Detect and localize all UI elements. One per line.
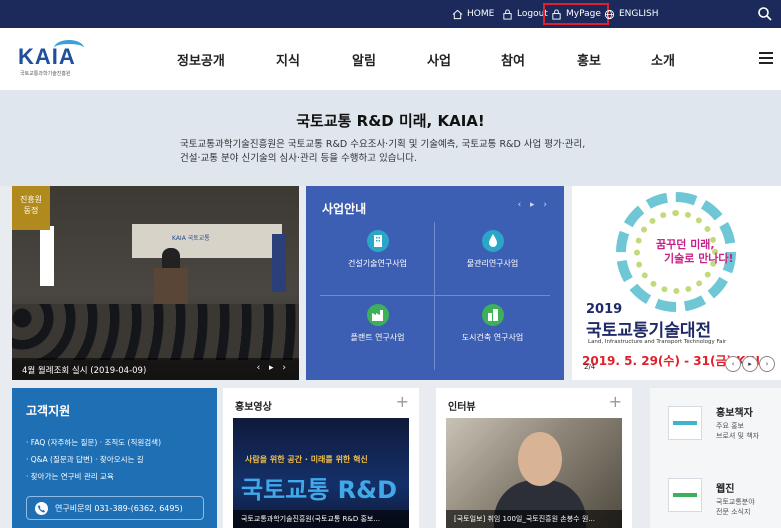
banner-english-title: Land, Infrastructure and Transport Techn… xyxy=(588,339,727,345)
nav-item-pr[interactable]: 홍보 xyxy=(577,50,601,69)
support-link-row[interactable]: · Q&A (질문과 답변) · 찾아오시는 길 xyxy=(26,451,161,468)
banner-slogan-line-1: 꿈꾸던 미래, xyxy=(656,238,715,251)
business-item-label: 건설기술연구사업 xyxy=(348,259,407,268)
phone-icon xyxy=(35,502,48,515)
search-icon[interactable] xyxy=(757,6,773,22)
business-title: 사업안내 xyxy=(322,202,367,216)
business-slide-controls[interactable]: ‹ ▸ › xyxy=(518,200,550,210)
support-links: · FAQ (자주하는 질문) · 조직도 (직원검색) · Q&A (질문과 … xyxy=(26,434,161,485)
intro-section: 국토교통 R&D 미래, KAIA! 국토교통과학기술진흥원은 국토교통 R&D… xyxy=(0,90,781,186)
kaia-logo[interactable]: KAIA 국토교통과학기술진흥원 xyxy=(18,38,90,78)
webzine-desc-2: 전문 소식지 xyxy=(716,508,751,516)
banner-year: 2019 xyxy=(586,302,623,317)
globe-icon xyxy=(604,9,615,19)
publications-panel: 홍보책자 주요 홍보 브로셔 및 책자 웹진 국토교통분야 전문 소식지 xyxy=(650,388,781,528)
banner-title: 국토교통기술대전 xyxy=(586,321,712,341)
banner-prev-button[interactable]: ‹ xyxy=(725,356,741,372)
nav-item-participation[interactable]: 참여 xyxy=(501,50,525,69)
video-thumbnail[interactable]: 사람을 위한 공간 · 미래를 위한 혁신 국토교통 R&D 국토교통과학기술진… xyxy=(233,418,409,528)
logo-subtitle: 국토교통과학기술진흥원 xyxy=(20,71,71,77)
tech-fair-banner[interactable]: 꿈꾸던 미래, 기술로 만나다! 2019 국토교통기술대전 Land, Inf… xyxy=(572,186,781,380)
brochure-thumbnail[interactable] xyxy=(668,406,702,440)
lock-icon xyxy=(552,8,561,20)
water-drop-icon xyxy=(482,230,504,252)
news-tag: 진흥원 동정 xyxy=(12,186,50,230)
english-label: ENGLISH xyxy=(619,9,659,19)
english-link[interactable]: ENGLISH xyxy=(604,0,659,28)
business-panel: 사업안내 ‹ ▸ › 건설기술연구사업 물관리연구사업 플랜트 연구사업 도시건… xyxy=(306,186,564,380)
webzine-title[interactable]: 웹진 xyxy=(716,480,734,495)
business-item-label: 도시건축 연구사업 xyxy=(461,333,524,342)
banner-pager: 2/4 xyxy=(584,363,596,371)
top-utility-bar: HOME Logout MyPage ENGLISH xyxy=(0,0,781,28)
lock-icon xyxy=(503,8,512,20)
nav-item-knowledge[interactable]: 지식 xyxy=(276,50,300,69)
support-link-row[interactable]: · 찾아가는 연구비 관리 교육 xyxy=(26,468,161,485)
business-grid: 건설기술연구사업 물관리연구사업 플랜트 연구사업 도시건축 연구사업 xyxy=(320,222,550,370)
interview-thumbnail[interactable]: [국토일보] 취임 100일_국토진흥원 손봉수 원... xyxy=(446,418,622,528)
factory-icon xyxy=(367,304,389,326)
interview-caption: [국토일보] 취임 100일_국토진흥원 손봉수 원... xyxy=(446,510,622,528)
photo-caption-bar: 4월 월례조회 실시 (2019-04-09) ‹ ▸ › xyxy=(12,358,299,380)
banner-next-button[interactable]: › xyxy=(759,356,775,372)
intro-line-1: 국토교통과학기술진흥원은 국토교통 R&D 수요조사·기획 및 기술예측, 국토… xyxy=(180,139,586,150)
interview-card: 인터뷰 + [국토일보] 취임 100일_국토진흥원 손봉수 원... xyxy=(436,388,632,528)
business-item-construction[interactable]: 건설기술연구사업 xyxy=(320,222,435,296)
logout-link[interactable]: Logout xyxy=(502,0,548,28)
pr-video-card: 홍보영상 + 사람을 위한 공간 · 미래를 위한 혁신 국토교통 R&D 국토… xyxy=(223,388,419,528)
photo-slide-controls[interactable]: ‹ ▸ › xyxy=(257,363,289,373)
home-link[interactable]: HOME xyxy=(452,0,494,28)
video-more-button[interactable]: + xyxy=(396,392,409,411)
nav-item-disclosure[interactable]: 정보공개 xyxy=(177,50,225,69)
home-label: HOME xyxy=(467,9,495,19)
logo-wordmark: KAIA xyxy=(18,44,76,69)
video-banner-small: 사람을 위한 공간 · 미래를 위한 혁신 xyxy=(245,455,368,464)
business-item-plant[interactable]: 플랜트 연구사업 xyxy=(320,296,435,370)
banner-play-button[interactable]: ▸ xyxy=(742,356,758,372)
portrait-face xyxy=(518,432,562,486)
intro-line-2: 건설·교통 분야 신기술의 심사·관리 등을 수행하고 있습니다. xyxy=(180,153,417,164)
video-card-title: 홍보영상 xyxy=(235,402,272,413)
banner-slogan: 꿈꾸던 미래, 기술로 만나다! xyxy=(656,238,734,266)
webzine-thumbnail[interactable] xyxy=(668,478,702,512)
support-title: 고객지원 xyxy=(26,404,71,418)
webzine-desc-1: 국토교통분야 xyxy=(716,498,755,506)
mypage-label: MyPage xyxy=(566,9,601,19)
business-item-label: 물관리연구사업 xyxy=(466,259,519,268)
photo-caption[interactable]: 4월 월례조회 실시 (2019-04-09) xyxy=(22,364,146,376)
home-icon xyxy=(452,9,463,19)
nav-item-business[interactable]: 사업 xyxy=(427,50,451,69)
flag-right xyxy=(272,234,286,292)
nav-item-notice[interactable]: 알림 xyxy=(352,50,376,69)
business-item-urban[interactable]: 도시건축 연구사업 xyxy=(435,296,550,370)
business-item-label: 플랜트 연구사업 xyxy=(350,333,405,342)
video-caption: 국토교통과학기술진흥원(국토교통 R&D 홍보... xyxy=(233,510,409,528)
menu-icon[interactable] xyxy=(759,52,773,64)
interview-more-button[interactable]: + xyxy=(609,392,622,411)
nav-item-about[interactable]: 소개 xyxy=(651,50,675,69)
city-icon xyxy=(482,304,504,326)
mypage-link[interactable]: MyPage xyxy=(543,3,609,25)
business-item-water[interactable]: 물관리연구사업 xyxy=(435,222,550,296)
banner-slogan-line-2: 기술로 만나다! xyxy=(664,252,734,265)
support-phone[interactable]: 연구비문의 031-389-(6362, 6495) xyxy=(26,496,204,520)
brochure-desc-1: 주요 홍보 xyxy=(716,422,744,430)
building-icon xyxy=(367,230,389,252)
brochure-title[interactable]: 홍보책자 xyxy=(716,404,753,419)
brochure-desc-2: 브로셔 및 책자 xyxy=(716,432,760,440)
news-photo-slide[interactable]: KAIA 국토교통 진흥원 동정 4월 월례조회 실시 (2019-04-09)… xyxy=(12,186,299,380)
intro-title: 국토교통 R&D 미래, KAIA! xyxy=(296,112,485,130)
video-banner-big: 국토교통 R&D xyxy=(241,476,398,504)
support-phone-text: 연구비문의 031-389-(6362, 6495) xyxy=(55,504,183,513)
interview-card-title: 인터뷰 xyxy=(448,402,476,413)
audience xyxy=(12,304,299,360)
flag-left xyxy=(40,226,54,286)
main-header: KAIA 국토교통과학기술진흥원 정보공개 지식 알림 사업 참여 홍보 소개 xyxy=(0,28,781,90)
support-link-row[interactable]: · FAQ (자주하는 질문) · 조직도 (직원검색) xyxy=(26,434,161,451)
customer-support-panel: 고객지원 · FAQ (자주하는 질문) · 조직도 (직원검색) · Q&A … xyxy=(12,388,217,528)
screen-text: KAIA 국토교통 xyxy=(172,235,210,242)
